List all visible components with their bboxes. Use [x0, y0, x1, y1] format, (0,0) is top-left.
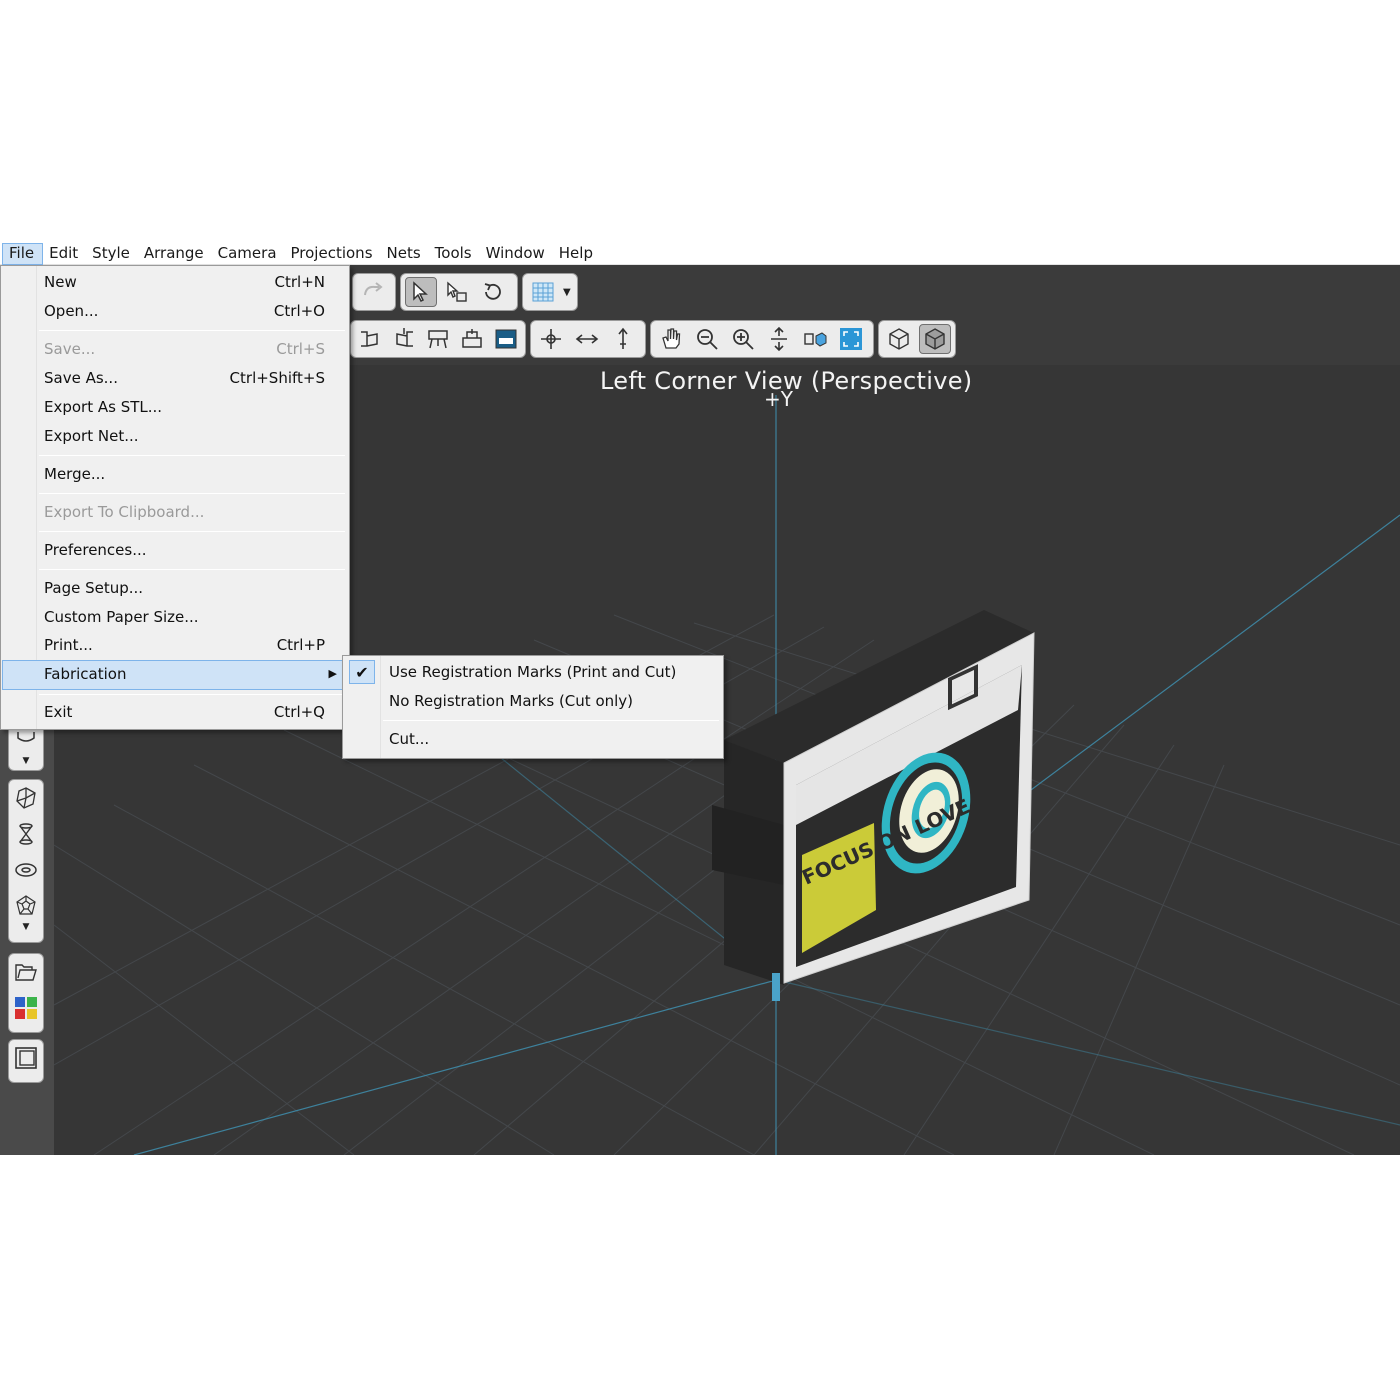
menu-item-export-net[interactable]: Export Net... — [3, 423, 347, 451]
translate-icon[interactable] — [571, 324, 603, 354]
menu-item-page-setup[interactable]: Page Setup... — [3, 575, 347, 603]
zoom-out-icon[interactable] — [691, 324, 723, 354]
menu-separator — [39, 330, 345, 331]
checkmark-icon: ✔ — [349, 660, 375, 684]
panel-icon[interactable] — [12, 1044, 40, 1072]
hand-icon[interactable] — [607, 324, 639, 354]
menu-item-open[interactable]: Open... Ctrl+O — [3, 298, 347, 326]
selection-toolbar-group — [400, 273, 518, 311]
history-toolbar-group — [352, 273, 396, 311]
grid-icon[interactable] — [527, 277, 559, 307]
menubar: File Edit Style Arrange Camera Projectio… — [0, 243, 1400, 265]
cylinder-icon[interactable] — [12, 728, 40, 756]
view-front-icon[interactable] — [423, 324, 453, 354]
submenu-arrow-icon: ▶ — [328, 667, 337, 680]
display-toolbar-group — [878, 320, 956, 358]
axis-label: +Y — [764, 387, 793, 411]
view-left-icon[interactable] — [355, 324, 385, 354]
app-window: File Edit Style Arrange Camera Projectio… — [0, 243, 1400, 1155]
folder-icon[interactable] — [12, 958, 40, 986]
cube-solid-icon[interactable] — [919, 324, 951, 354]
menu-separator — [383, 720, 719, 721]
dropdown-icon[interactable]: ▼ — [23, 922, 30, 932]
menu-item-use-registration-marks[interactable]: ✔ Use Registration Marks (Print and Cut) — [345, 659, 721, 687]
redo-icon[interactable] — [357, 277, 389, 307]
camera-orbit-icon[interactable] — [799, 324, 831, 354]
menu-help[interactable]: Help — [553, 243, 601, 265]
view-right-icon[interactable] — [389, 324, 419, 354]
move-icon[interactable] — [535, 324, 567, 354]
file-menu: New Ctrl+N Open... Ctrl+O Save... Ctrl+S Sa… — [0, 265, 350, 730]
dropdown-icon[interactable]: ▼ — [23, 756, 30, 766]
menu-item-custom-paper-size[interactable]: Custom Paper Size... — [3, 604, 347, 632]
torus-icon[interactable] — [12, 856, 40, 884]
zoom-in-icon[interactable] — [727, 324, 759, 354]
menu-item-no-registration-marks[interactable]: No Registration Marks (Cut only) — [345, 688, 721, 716]
camera-toolbar-group — [650, 320, 874, 358]
views-toolbar-group — [350, 320, 526, 358]
dropdown-icon[interactable]: ▼ — [563, 287, 571, 298]
menu-item-save-as[interactable]: Save As... Ctrl+Shift+S — [3, 365, 347, 393]
menu-style[interactable]: Style — [86, 243, 138, 265]
fabrication-submenu: ✔ Use Registration Marks (Print and Cut)… — [342, 655, 724, 759]
transform-toolbar-group — [530, 320, 646, 358]
menu-file[interactable]: File — [2, 243, 44, 265]
primitives-group-2: ▼ — [8, 779, 44, 943]
menu-camera[interactable]: Camera — [212, 243, 285, 265]
hourglass-icon[interactable] — [12, 820, 40, 848]
menu-item-export-clipboard: Export To Clipboard... — [44, 503, 205, 521]
menu-separator — [39, 694, 345, 695]
grid-toolbar-group: ▼ — [522, 273, 578, 311]
rotate-icon[interactable] — [477, 277, 509, 307]
primitives-group-1: ▼ — [8, 723, 44, 771]
menu-edit[interactable]: Edit — [43, 243, 86, 265]
menu-item-exit[interactable]: Exit Ctrl+Q — [3, 699, 347, 727]
pan-icon[interactable] — [655, 324, 687, 354]
panel-group — [8, 1039, 44, 1083]
menu-tools[interactable]: Tools — [429, 243, 480, 265]
cube-wire-icon[interactable] — [883, 324, 915, 354]
frame-icon[interactable] — [835, 324, 867, 354]
menu-separator — [39, 455, 345, 456]
select-arrow-icon[interactable] — [405, 277, 437, 307]
menu-separator — [39, 569, 345, 570]
polyhedron-icon[interactable] — [12, 784, 40, 812]
menu-separator — [39, 531, 345, 532]
menu-nets[interactable]: Nets — [381, 243, 429, 265]
view-top-icon[interactable] — [491, 324, 521, 354]
menu-separator — [39, 493, 345, 494]
menu-window[interactable]: Window — [480, 243, 553, 265]
menu-arrange[interactable]: Arrange — [138, 243, 212, 265]
color-palette-icon[interactable] — [12, 994, 40, 1022]
view-back-icon[interactable] — [457, 324, 487, 354]
zoom-fit-icon[interactable] — [763, 324, 795, 354]
menu-item-cut[interactable]: Cut... — [345, 726, 721, 754]
select-face-icon[interactable] — [441, 277, 473, 307]
menu-item-export-stl[interactable]: Export As STL... — [3, 394, 347, 422]
menu-projections[interactable]: Projections — [285, 243, 381, 265]
menu-item-merge[interactable]: Merge... — [3, 461, 347, 489]
menu-item-new[interactable]: New Ctrl+N — [3, 269, 347, 297]
dodecahedron-icon[interactable] — [12, 892, 40, 920]
tools-group — [8, 953, 44, 1033]
menu-item-preferences[interactable]: Preferences... — [3, 537, 347, 565]
menu-item-save: Save... Ctrl+S — [44, 340, 325, 358]
menu-item-fabrication[interactable]: Fabrication ▶ — [2, 660, 348, 690]
menu-item-print[interactable]: Print... Ctrl+P — [3, 632, 347, 660]
